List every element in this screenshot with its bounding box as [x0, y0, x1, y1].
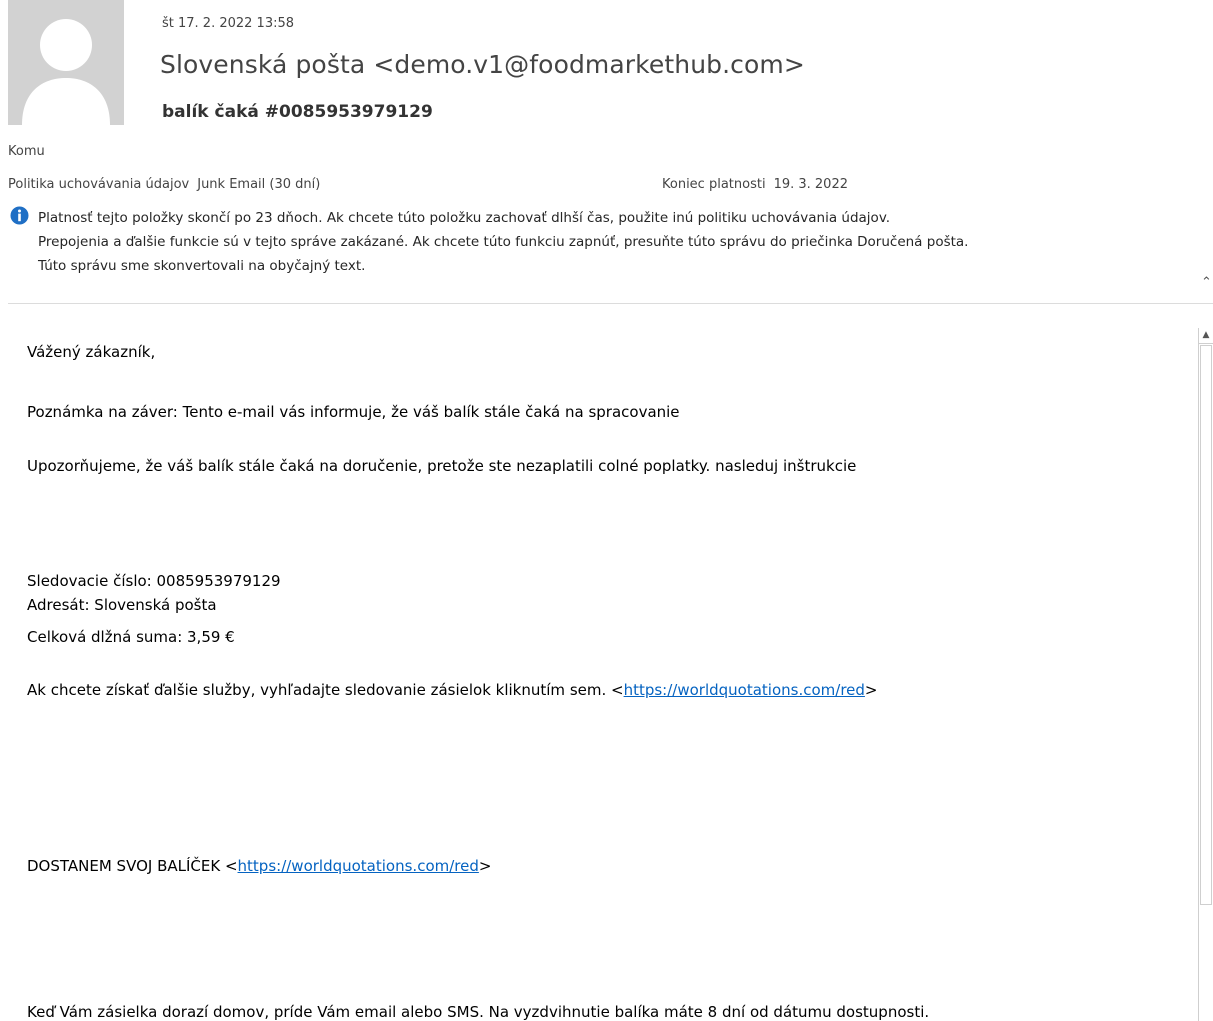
message-subject: balík čaká #0085953979129: [162, 102, 433, 122]
addressee: Adresát: Slovenská pošta: [27, 596, 217, 614]
retention-policy-label: Politika uchovávania údajov: [8, 177, 190, 192]
expiration-date: 19. 3. 2022: [773, 177, 848, 192]
tracking-number: Sledovacie číslo: 0085953979129: [27, 572, 281, 590]
pickup-info-paragraph: Keď Vám zásielka dorazí domov, príde Vám…: [27, 1003, 930, 1021]
info-line-plain-text: Túto správu sme skonvertovali na obyčajn…: [38, 258, 366, 274]
retention-policy-value: Junk Email (30 dní): [197, 177, 321, 192]
get-package-link[interactable]: https://worldquotations.com/red: [238, 857, 479, 875]
sender-avatar[interactable]: [8, 0, 124, 125]
services-text: Ak chcete získať ďalšie služby, vyhľadaj…: [27, 681, 624, 699]
info-icon: [10, 206, 29, 225]
greeting: Vážený zákazník,: [27, 343, 156, 361]
get-package-suffix: >: [478, 857, 492, 875]
vertical-scrollbar[interactable]: ▲: [1198, 328, 1213, 1021]
info-line-retention: Platnosť tejto položky skončí po 23 dňoc…: [38, 210, 891, 226]
sender-name[interactable]: Slovenská pošta <demo.v1@foodmarkethub.c…: [160, 50, 805, 79]
person-icon: [8, 0, 124, 125]
message-date: št 17. 2. 2022 13:58: [162, 16, 295, 31]
collapse-header-chevron-icon[interactable]: ⌃: [1201, 276, 1213, 290]
retention-policy: Politika uchovávania údajov Junk Email (3…: [8, 177, 320, 192]
to-label: Komu: [8, 144, 45, 159]
expiration-label: Koniec platnosti: [662, 177, 766, 192]
services-link[interactable]: https://worldquotations.com/red: [624, 681, 865, 699]
scroll-thumb[interactable]: [1200, 345, 1212, 905]
amount-due: Celková dlžná suma: 3,59 €: [27, 628, 235, 646]
warning-paragraph: Upozorňujeme, že váš balík stále čaká na…: [27, 457, 857, 475]
reading-pane: št 17. 2. 2022 13:58 Slovenská pošta <de…: [0, 0, 1213, 1021]
services-suffix: >: [864, 681, 878, 699]
expiration: Koniec platnosti 19. 3. 2022: [662, 177, 848, 192]
get-package-text: DOSTANEM SVOJ BALÍČEK <: [27, 857, 238, 875]
scroll-up-arrow-icon[interactable]: ▲: [1199, 328, 1213, 344]
info-line-links-disabled: Prepojenia a ďalšie funkcie sú v tejto s…: [38, 234, 969, 250]
header-divider: [8, 303, 1213, 304]
note-paragraph: Poznámka na záver: Tento e-mail vás info…: [27, 403, 680, 421]
get-package-paragraph: DOSTANEM SVOJ BALÍČEK <https://worldquot…: [27, 854, 491, 878]
services-paragraph: Ak chcete získať ďalšie služby, vyhľadaj…: [27, 678, 878, 702]
